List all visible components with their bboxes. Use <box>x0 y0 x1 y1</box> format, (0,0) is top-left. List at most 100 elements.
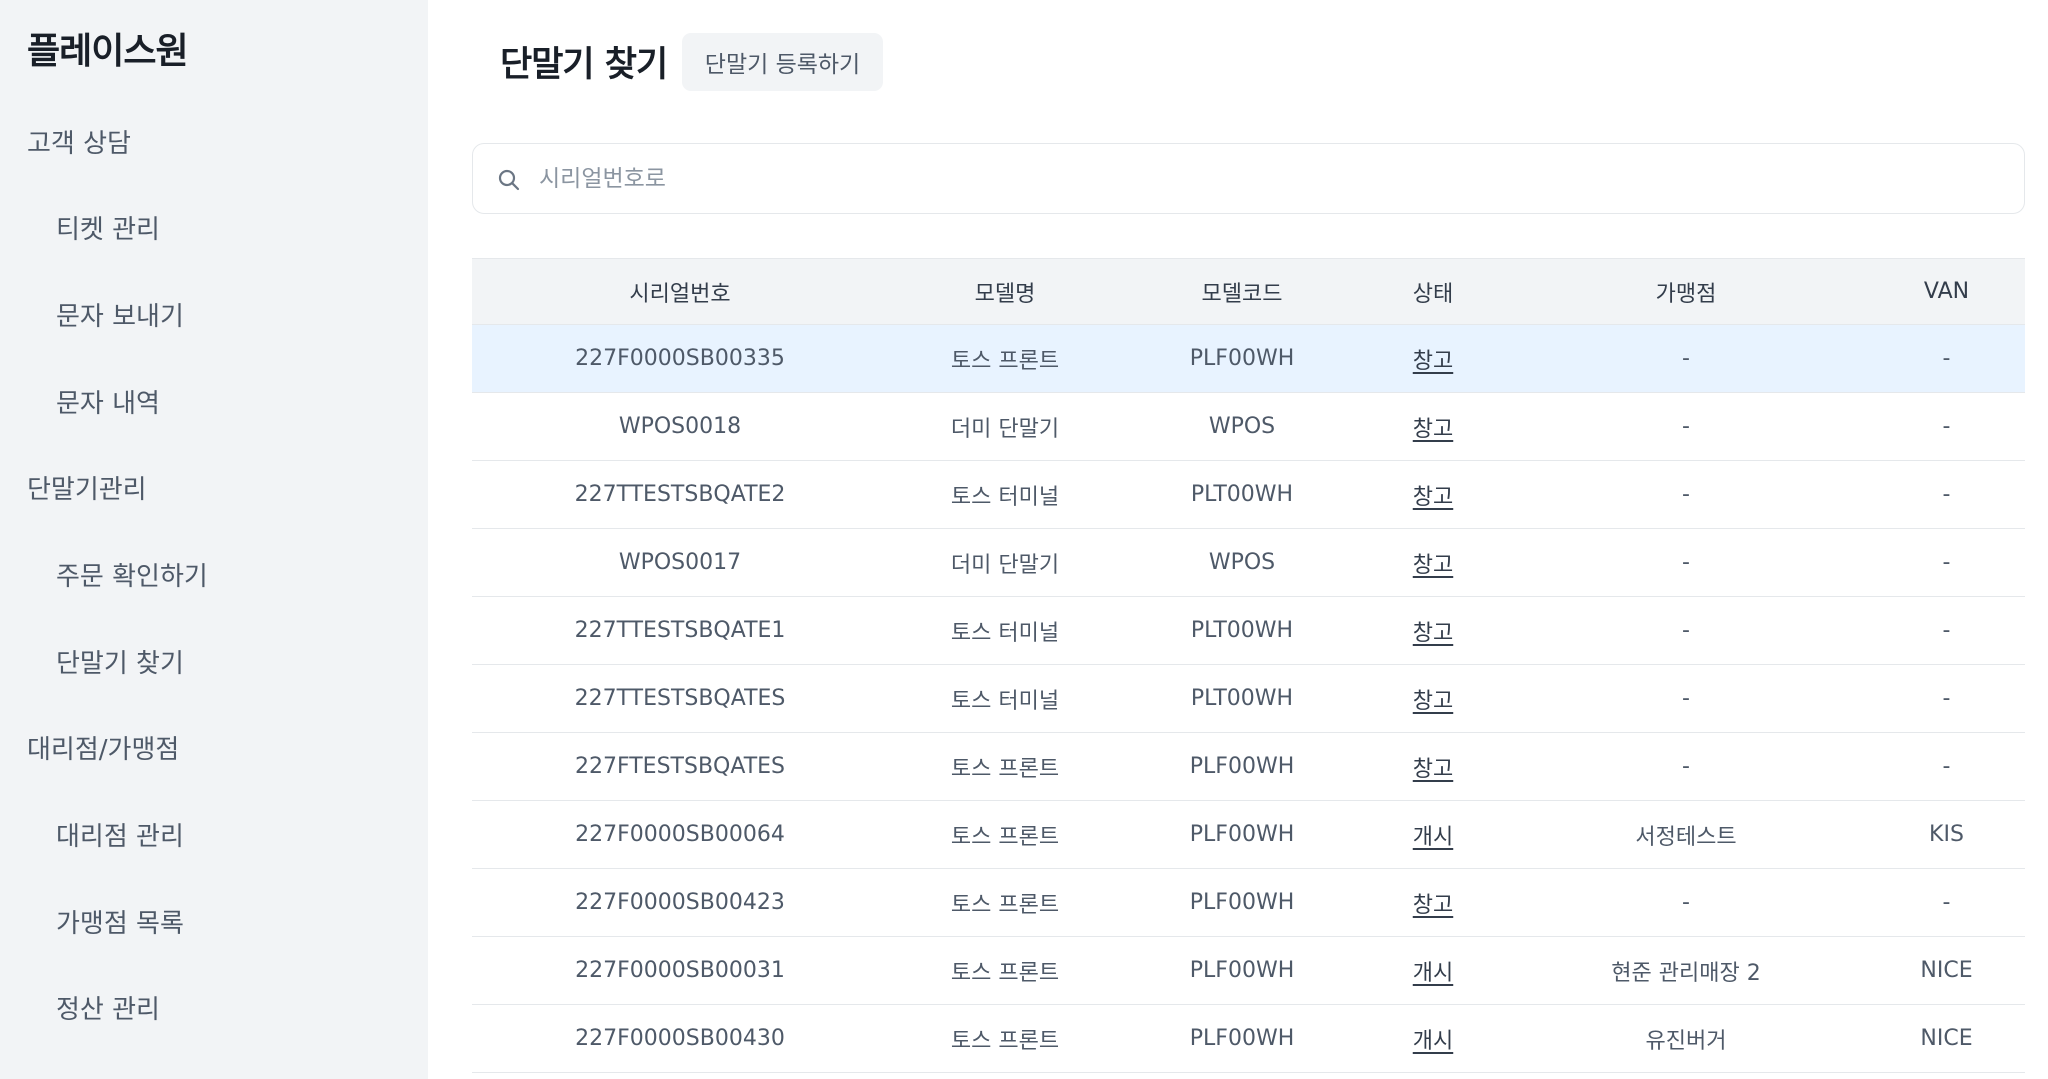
cell-model-code: WPOS <box>1122 528 1362 597</box>
cell-model-code: PLF00WH <box>1122 1004 1362 1073</box>
cell-merchant: - <box>1504 664 1868 733</box>
cell-model-code: PLT00WH <box>1122 596 1362 665</box>
status-link[interactable]: 개시 <box>1413 961 1453 986</box>
table-row[interactable]: 227TTESTSBQATES 토스 터미널 PLT00WH 창고 - - <box>472 664 2025 733</box>
cell-van: - <box>1868 528 2025 597</box>
table-row[interactable]: 227TTESTSBQATE1 토스 터미널 PLT00WH 창고 - - <box>472 596 2025 665</box>
status-link[interactable]: 창고 <box>1413 621 1453 646</box>
sidebar-item-agency-management[interactable]: 대리점 관리 <box>56 816 184 853</box>
cell-model-name: 토스 프론트 <box>888 868 1122 937</box>
cell-serial-number: 227F0000SB00335 <box>472 324 888 393</box>
table-row[interactable]: 227F0000SB00423 토스 프론트 PLF00WH 창고 - - <box>472 868 2025 937</box>
cell-model-code: PLT00WH <box>1122 460 1362 529</box>
sidebar-item-merchant-list[interactable]: 가맹점 목록 <box>56 903 184 940</box>
status-link[interactable]: 창고 <box>1413 553 1453 578</box>
cell-status: 창고 <box>1362 324 1504 393</box>
table-row[interactable]: 227F0000SB00430 토스 프론트 PLF00WH 개시 유진버거 NICE <box>472 1004 2025 1073</box>
nav-group-agencies-merchants[interactable]: 대리점/가맹점 <box>27 729 179 766</box>
serial-search-input[interactable] <box>539 154 1999 204</box>
sidebar-item-tickets[interactable]: 티켓 관리 <box>56 209 160 246</box>
status-link[interactable]: 개시 <box>1413 1029 1453 1054</box>
cell-van: - <box>1868 732 2025 801</box>
cell-model-name: 토스 터미널 <box>888 460 1122 529</box>
cell-merchant: - <box>1504 596 1868 665</box>
cell-van: - <box>1868 392 2025 461</box>
cell-model-name: 토스 프론트 <box>888 324 1122 393</box>
cell-status: 창고 <box>1362 528 1504 597</box>
cell-status: 창고 <box>1362 732 1504 801</box>
cell-model-code: PLF00WH <box>1122 732 1362 801</box>
column-header-status: 상태 <box>1362 258 1504 325</box>
search-box[interactable] <box>472 143 2025 214</box>
sidebar-item-find-device[interactable]: 단말기 찾기 <box>56 643 184 680</box>
cell-serial-number: 227TTESTSBQATES <box>472 664 888 733</box>
cell-status: 창고 <box>1362 664 1504 733</box>
cell-model-code: PLF00WH <box>1122 324 1362 393</box>
sidebar-item-settlement[interactable]: 정산 관리 <box>56 989 160 1026</box>
cell-model-name: 토스 프론트 <box>888 936 1122 1005</box>
cell-status: 개시 <box>1362 800 1504 869</box>
cell-merchant: 현준 관리매장 2 <box>1504 936 1868 1005</box>
nav-group-device-management[interactable]: 단말기관리 <box>27 469 147 506</box>
table-row[interactable]: 227F0000SB00335 토스 프론트 PLF00WH 창고 - - <box>472 324 2025 393</box>
sidebar-item-send-sms[interactable]: 문자 보내기 <box>56 296 184 333</box>
register-device-button[interactable]: 단말기 등록하기 <box>682 33 883 91</box>
cell-van: - <box>1868 324 2025 393</box>
cell-model-code: PLF00WH <box>1122 936 1362 1005</box>
cell-status: 창고 <box>1362 596 1504 665</box>
cell-model-name: 토스 터미널 <box>888 596 1122 665</box>
table-row[interactable]: 227F0000SB00031 토스 프론트 PLF00WH 개시 현준 관리매장 2N… <box>472 936 2025 1005</box>
cell-serial-number: WPOS0017 <box>472 528 888 597</box>
table-header-row: 시리얼번호 모델명 모델코드 상태 가맹점 VAN <box>472 258 2025 325</box>
column-header-merchant: 가맹점 <box>1504 258 1868 325</box>
cell-merchant: - <box>1504 324 1868 393</box>
column-header-van: VAN <box>1868 258 2025 325</box>
cell-van: - <box>1868 868 2025 937</box>
cell-van: - <box>1868 596 2025 665</box>
cell-model-name: 토스 프론트 <box>888 1004 1122 1073</box>
table-row[interactable]: 227FTESTSBQATES 토스 프론트 PLF00WH 창고 - - <box>472 732 2025 801</box>
cell-merchant: - <box>1504 528 1868 597</box>
table-row[interactable]: 227TTESTSBQATE2 토스 터미널 PLT00WH 창고 - - <box>472 460 2025 529</box>
cell-serial-number: 227FTESTSBQATES <box>472 732 888 801</box>
cell-van: - <box>1868 460 2025 529</box>
status-link[interactable]: 창고 <box>1413 689 1453 714</box>
status-link[interactable]: 창고 <box>1413 485 1453 510</box>
cell-model-name: 토스 프론트 <box>888 800 1122 869</box>
column-header-model-code: 모델코드 <box>1122 258 1362 325</box>
cell-model-name: 토스 터미널 <box>888 664 1122 733</box>
status-link[interactable]: 창고 <box>1413 757 1453 782</box>
sidebar-item-order-check[interactable]: 주문 확인하기 <box>56 556 208 593</box>
column-header-serial-number: 시리얼번호 <box>472 258 888 325</box>
cell-serial-number: 227F0000SB00423 <box>472 868 888 937</box>
cell-serial-number: WPOS0018 <box>472 392 888 461</box>
cell-serial-number: 227F0000SB00064 <box>472 800 888 869</box>
cell-status: 개시 <box>1362 936 1504 1005</box>
table-row[interactable]: WPOS0017 더미 단말기 WPOS 창고 - - <box>472 528 2025 597</box>
cell-model-name: 토스 프론트 <box>888 732 1122 801</box>
cell-status: 창고 <box>1362 460 1504 529</box>
cell-van: NICE <box>1868 936 2025 1005</box>
table-row[interactable]: WPOS0018 더미 단말기 WPOS 창고 - - <box>472 392 2025 461</box>
table-body: 227F0000SB00335 토스 프론트 PLF00WH 창고 - - WPOS0018… <box>472 324 2025 1073</box>
sidebar-item-sms-history[interactable]: 문자 내역 <box>56 383 160 420</box>
cell-merchant: 서정테스트 <box>1504 800 1868 869</box>
cell-status: 창고 <box>1362 392 1504 461</box>
status-link[interactable]: 창고 <box>1413 417 1453 442</box>
status-link[interactable]: 창고 <box>1413 893 1453 918</box>
cell-merchant: - <box>1504 732 1868 801</box>
nav-group-customer-support[interactable]: 고객 상담 <box>27 123 131 160</box>
cell-van: KIS <box>1868 800 2025 869</box>
cell-model-code: PLF00WH <box>1122 868 1362 937</box>
status-link[interactable]: 창고 <box>1413 349 1453 374</box>
column-header-model-name: 모델명 <box>888 258 1122 325</box>
cell-serial-number: 227F0000SB00430 <box>472 1004 888 1073</box>
cell-model-name: 더미 단말기 <box>888 392 1122 461</box>
brand-logo[interactable]: 플레이스원 <box>27 22 189 74</box>
cell-model-code: PLF00WH <box>1122 800 1362 869</box>
table-row[interactable]: 227F0000SB00064 토스 프론트 PLF00WH 개시 서정테스트 KIS <box>472 800 2025 869</box>
cell-status: 개시 <box>1362 1004 1504 1073</box>
status-link[interactable]: 개시 <box>1413 825 1453 850</box>
cell-van: - <box>1868 664 2025 733</box>
cell-serial-number: 227TTESTSBQATE2 <box>472 460 888 529</box>
